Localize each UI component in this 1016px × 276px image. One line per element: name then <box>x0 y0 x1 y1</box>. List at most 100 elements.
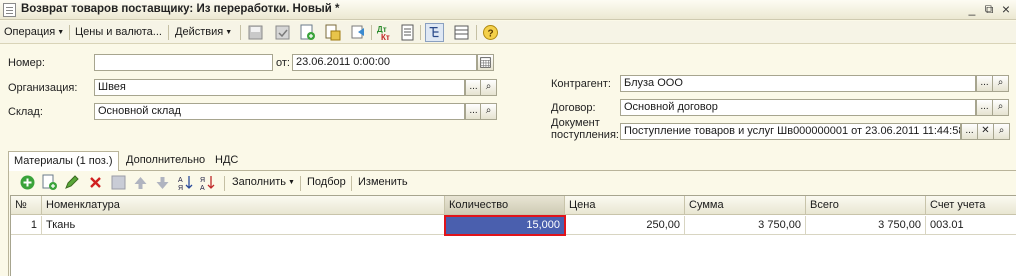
actions-menu-label: Действия <box>175 26 224 38</box>
add-row-icon[interactable] <box>18 173 37 192</box>
price-cell[interactable]: 250,00 <box>565 216 685 235</box>
sort-ascending-icon[interactable]: АЯ <box>177 173 196 192</box>
contract-label: Договор: <box>551 102 596 114</box>
tab-vat[interactable]: НДС <box>210 151 243 171</box>
account-cell[interactable]: 003.01 <box>926 216 1016 235</box>
receipt-doc-field[interactable]: Поступление товаров и услуг Шв000000001 … <box>620 123 961 140</box>
chevron-down-icon: ▼ <box>57 29 65 36</box>
help-icon[interactable]: ? <box>481 23 500 42</box>
document-icon <box>3 3 16 17</box>
magnifier-icon: ⌕ <box>485 81 492 92</box>
clear-icon: ✕ <box>981 125 990 136</box>
item-cell[interactable]: Ткань <box>42 216 445 235</box>
actions-menu[interactable]: Действия ▼ <box>175 26 232 38</box>
svg-text:А: А <box>200 185 205 192</box>
receipt-doc-label-line2: поступления: <box>551 129 619 141</box>
restore-button[interactable]: ⧉ <box>981 2 997 17</box>
number-label: Номер: <box>8 57 45 69</box>
materials-table: № Номенклатура Количество Цена Сумма Все… <box>10 195 1016 276</box>
toolbar-separator <box>224 176 225 191</box>
toolbar-separator <box>351 176 352 191</box>
contract-field[interactable]: Основной договор <box>620 99 976 116</box>
svg-text:Кт: Кт <box>381 33 390 42</box>
minimize-button[interactable]: _ <box>964 2 980 17</box>
report-icon[interactable] <box>398 23 417 42</box>
quantity-cell[interactable]: 15,000 <box>444 215 566 236</box>
column-header-account[interactable]: Счет учета <box>926 196 1016 215</box>
toolbar-separator <box>168 25 169 40</box>
column-header-sum[interactable]: Сумма <box>685 196 806 215</box>
toolbar-separator <box>420 25 421 40</box>
toolbar-separator <box>476 25 477 40</box>
svg-text:Я: Я <box>200 177 205 184</box>
receipt-doc-label-line1: Документ <box>551 117 600 129</box>
dt-kt-icon[interactable]: ДтКт <box>375 23 394 42</box>
post-icon[interactable] <box>273 23 292 42</box>
warehouse-open-button[interactable]: ⌕ <box>480 103 497 120</box>
tab-materials[interactable]: Материалы (1 поз.) <box>8 151 119 171</box>
move-down-icon[interactable] <box>153 173 172 192</box>
toolbar-separator <box>69 25 70 40</box>
save-icon[interactable] <box>246 23 265 42</box>
magnifier-icon: ⌕ <box>997 77 1004 88</box>
toolbar-separator <box>300 176 301 191</box>
counterparty-select-button[interactable]: ... <box>976 75 993 92</box>
svg-text:Я: Я <box>178 185 183 192</box>
receipt-doc-select-button[interactable]: ... <box>961 123 978 140</box>
row-number-cell[interactable]: 1 <box>11 216 42 235</box>
copy-row-icon[interactable] <box>40 173 59 192</box>
fill-menu[interactable]: Заполнить ▼ <box>232 176 295 188</box>
window-title-bar: Возврат товаров поставщику: Из переработ… <box>0 0 1016 20</box>
magnifier-icon: ⌕ <box>997 101 1004 112</box>
move-up-icon[interactable] <box>131 173 150 192</box>
tree-icon[interactable] <box>425 23 444 42</box>
warehouse-field[interactable]: Основной склад <box>94 103 465 120</box>
date-field[interactable]: 23.06.2011 0:00:00 <box>292 54 477 71</box>
close-button[interactable]: × <box>998 2 1014 17</box>
new-copy-icon[interactable] <box>298 23 317 42</box>
organization-open-button[interactable]: ⌕ <box>480 79 497 96</box>
svg-text:?: ? <box>488 29 494 40</box>
magnifier-icon: ⌕ <box>998 125 1005 136</box>
receipt-doc-clear-button[interactable]: ✕ <box>977 123 994 140</box>
counterparty-label: Контрагент: <box>551 78 611 90</box>
pick-button[interactable]: Подбор <box>307 176 346 188</box>
operation-menu-label: Операция <box>4 26 56 38</box>
print-icon[interactable] <box>349 23 368 42</box>
prices-currency-button[interactable]: Цены и валюта... <box>75 26 162 38</box>
operation-menu[interactable]: Операция ▼ <box>4 26 64 38</box>
column-header-total[interactable]: Всего <box>806 196 926 215</box>
delete-row-icon[interactable] <box>86 173 105 192</box>
change-button[interactable]: Изменить <box>358 176 408 188</box>
date-label: от: <box>276 57 290 69</box>
columns-icon[interactable] <box>452 23 471 42</box>
fill-menu-label: Заполнить <box>232 176 287 188</box>
number-field[interactable] <box>94 54 273 71</box>
total-cell[interactable]: 3 750,00 <box>806 216 926 235</box>
column-header-item[interactable]: Номенклатура <box>42 196 445 215</box>
chevron-down-icon: ▼ <box>225 29 233 36</box>
counterparty-open-button[interactable]: ⌕ <box>992 75 1009 92</box>
organization-label: Организация: <box>8 82 78 94</box>
toolbar-separator <box>240 25 241 40</box>
counterparty-field[interactable]: Блуза ООО <box>620 75 976 92</box>
contract-open-button[interactable]: ⌕ <box>992 99 1009 116</box>
column-header-quantity[interactable]: Количество <box>445 196 565 215</box>
sort-descending-icon[interactable]: ЯА <box>199 173 218 192</box>
magnifier-icon: ⌕ <box>485 105 492 116</box>
tab-additional[interactable]: Дополнительно <box>121 151 210 171</box>
end-edit-icon[interactable] <box>109 173 128 192</box>
structure-icon[interactable] <box>323 23 342 42</box>
column-header-price[interactable]: Цена <box>565 196 685 215</box>
organization-field[interactable]: Швея <box>94 79 465 96</box>
chevron-down-icon: ▼ <box>288 179 295 186</box>
sum-cell[interactable]: 3 750,00 <box>685 216 806 235</box>
receipt-doc-label: Документ поступления: <box>551 117 619 141</box>
contract-select-button[interactable]: ... <box>976 99 993 116</box>
calendar-icon[interactable] <box>477 54 494 71</box>
edit-row-icon[interactable] <box>62 173 81 192</box>
receipt-doc-open-button[interactable]: ⌕ <box>993 123 1010 140</box>
main-toolbar: Операция ▼ Цены и валюта... Действия ▼ Дт К… <box>0 21 1016 44</box>
column-header-number[interactable]: № <box>11 196 42 215</box>
svg-text:А: А <box>178 177 183 184</box>
